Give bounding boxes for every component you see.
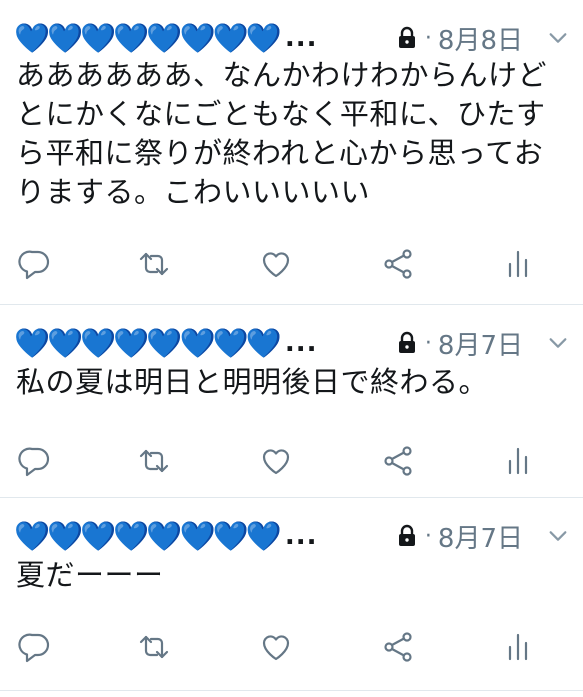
- analytics-icon: [508, 447, 528, 475]
- tweet-header: 💙💙💙💙💙💙💙💙 ... · 8月7日: [14, 516, 569, 556]
- tweet-text: ああああああ、なんかわけわからんけどとにかくなにごともなく平和に、ひたすら平和に…: [16, 58, 548, 209]
- separator-dot: ·: [424, 25, 432, 51]
- tweet-actions: [0, 627, 583, 667]
- like-button[interactable]: [256, 441, 296, 481]
- name-ellipsis: ...: [284, 23, 318, 53]
- retweet-icon: [139, 635, 169, 659]
- like-icon: [262, 635, 290, 661]
- display-name[interactable]: 💙💙💙💙💙💙💙💙: [14, 18, 282, 58]
- tweet-header: 💙💙💙💙💙💙💙💙 ... · 8月7日: [14, 323, 569, 363]
- tweet-text: 私の夏は明日と明明後日で終わる。: [16, 365, 489, 399]
- retweet-icon: [139, 449, 169, 473]
- display-name[interactable]: 💙💙💙💙💙💙💙💙: [14, 516, 282, 556]
- chevron-down-icon[interactable]: [547, 27, 569, 49]
- retweet-button[interactable]: [134, 627, 174, 667]
- analytics-button[interactable]: [498, 627, 538, 667]
- like-icon: [262, 449, 290, 475]
- like-icon: [262, 252, 290, 278]
- reply-icon: [18, 250, 50, 280]
- like-button[interactable]: [256, 244, 296, 284]
- retweet-icon: [139, 252, 169, 276]
- lock-icon: [398, 26, 415, 48]
- tweet[interactable]: 💙💙💙💙💙💙💙💙 ... · 8月7日 私の夏は明日と明明後日で終わる。: [0, 305, 583, 498]
- retweet-button[interactable]: [134, 244, 174, 284]
- like-button[interactable]: [256, 627, 296, 667]
- separator-dot: ·: [424, 523, 432, 549]
- retweet-button[interactable]: [134, 441, 174, 481]
- tweet-date[interactable]: 8月7日: [438, 518, 523, 555]
- tweet-feed: 💙💙💙💙💙💙💙💙 ... · 8月8日 ああああああ、なんかわけわからんけどとに…: [0, 0, 583, 691]
- share-button[interactable]: [378, 627, 418, 667]
- analytics-button[interactable]: [498, 244, 538, 284]
- reply-button[interactable]: [15, 627, 55, 667]
- share-icon: [384, 632, 412, 662]
- name-ellipsis: ...: [284, 328, 318, 358]
- tweet-date[interactable]: 8月7日: [438, 325, 523, 362]
- reply-icon: [18, 633, 50, 663]
- tweet-header: 💙💙💙💙💙💙💙💙 ... · 8月8日: [14, 18, 569, 58]
- analytics-icon: [508, 250, 528, 278]
- separator-dot: ·: [424, 330, 432, 356]
- name-ellipsis: ...: [284, 521, 318, 551]
- analytics-icon: [508, 633, 528, 661]
- tweet[interactable]: 💙💙💙💙💙💙💙💙 ... · 8月7日 夏だーーー: [0, 498, 583, 691]
- chevron-down-icon[interactable]: [547, 525, 569, 547]
- tweet-date[interactable]: 8月8日: [438, 20, 523, 57]
- lock-icon: [398, 331, 415, 353]
- share-icon: [384, 446, 412, 476]
- lock-icon: [398, 524, 415, 546]
- share-icon: [384, 249, 412, 279]
- tweet-actions: [0, 244, 583, 284]
- chevron-down-icon[interactable]: [547, 332, 569, 354]
- tweet-actions: [0, 441, 583, 481]
- share-button[interactable]: [378, 441, 418, 481]
- tweet[interactable]: 💙💙💙💙💙💙💙💙 ... · 8月8日 ああああああ、なんかわけわからんけどとに…: [0, 0, 583, 305]
- tweet-text: 夏だーーー: [16, 558, 164, 592]
- analytics-button[interactable]: [498, 441, 538, 481]
- reply-button[interactable]: [15, 244, 55, 284]
- display-name[interactable]: 💙💙💙💙💙💙💙💙: [14, 323, 282, 363]
- reply-icon: [18, 447, 50, 477]
- reply-button[interactable]: [15, 441, 55, 481]
- share-button[interactable]: [378, 244, 418, 284]
